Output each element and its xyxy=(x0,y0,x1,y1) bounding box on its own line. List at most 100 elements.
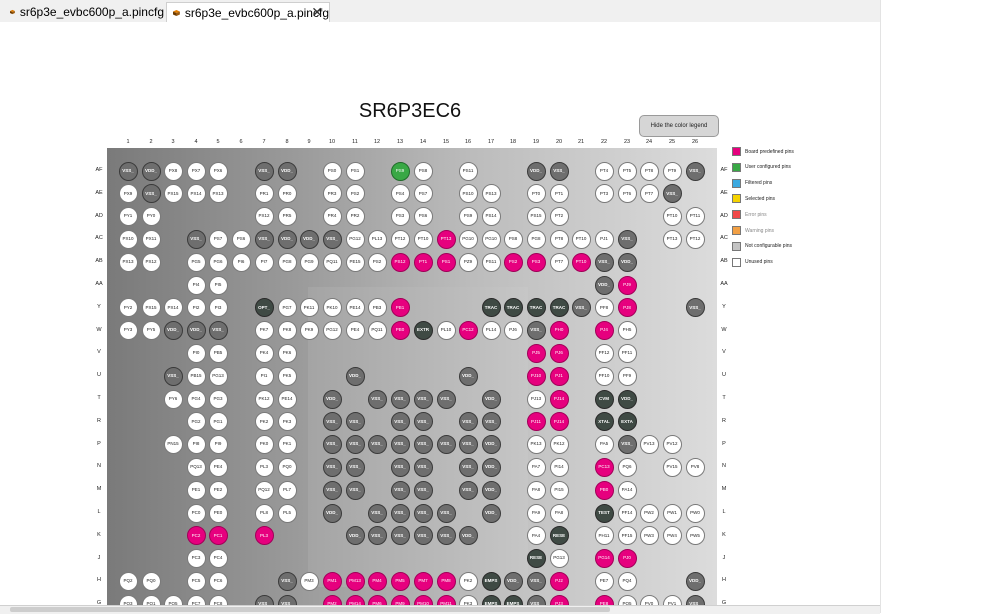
pin-w13[interactable]: PB0 xyxy=(390,321,410,341)
pin-ad16[interactable]: PS9 xyxy=(458,207,478,227)
pin-k5[interactable]: PC1 xyxy=(208,526,228,546)
pin-ad13[interactable]: PS3 xyxy=(390,207,410,227)
pin-af25[interactable]: PT9 xyxy=(662,161,682,181)
pin-ac21[interactable]: PT10 xyxy=(571,229,591,249)
pin-ab6[interactable]: PI6 xyxy=(231,252,251,272)
pin-r5[interactable]: PG1 xyxy=(208,412,228,432)
pin-w12[interactable]: PQ11 xyxy=(367,321,387,341)
pin-w20[interactable]: PH0 xyxy=(549,321,569,341)
pin-k15[interactable]: VSS_ xyxy=(436,526,456,546)
pin-ab8[interactable]: PG8 xyxy=(277,252,297,272)
pin-w7[interactable]: PK7 xyxy=(254,321,274,341)
pin-ab19[interactable]: PS3 xyxy=(526,252,546,272)
pin-ac4[interactable]: VSS_ xyxy=(186,229,206,249)
pin-h9[interactable]: PM3 xyxy=(299,571,319,591)
pin-r14[interactable]: VSS_ xyxy=(413,412,433,432)
pin-t5[interactable]: PG3 xyxy=(208,389,228,409)
pin-aa23[interactable]: PJ9 xyxy=(617,275,637,295)
pin-h18[interactable]: VDD_ xyxy=(503,571,523,591)
pin-w3[interactable]: VDD_ xyxy=(163,321,183,341)
pin-h2[interactable]: PQ0 xyxy=(141,571,161,591)
pin-r19[interactable]: PJ11 xyxy=(526,412,546,432)
pin-af20[interactable]: VSS_ xyxy=(549,161,569,181)
pin-ae20[interactable]: PT1 xyxy=(549,184,569,204)
pin-w1[interactable]: PY3 xyxy=(118,321,138,341)
pin-p13[interactable]: VSS_ xyxy=(390,435,410,455)
pin-t14[interactable]: VSS_ xyxy=(413,389,433,409)
pin-w16[interactable]: PC12 xyxy=(458,321,478,341)
pin-m4[interactable]: PE1 xyxy=(186,480,206,500)
pin-l19[interactable]: PA9 xyxy=(526,503,546,523)
pin-af23[interactable]: PT5 xyxy=(617,161,637,181)
pin-ab9[interactable]: PG9 xyxy=(299,252,319,272)
pin-ac20[interactable]: PT8 xyxy=(549,229,569,249)
pin-ab1[interactable]: PX13 xyxy=(118,252,138,272)
pin-w14[interactable]: EXTR xyxy=(413,321,433,341)
pin-n25[interactable]: PV15 xyxy=(662,457,682,477)
pin-p19[interactable]: PK13 xyxy=(526,435,546,455)
pin-ad17[interactable]: PS14 xyxy=(481,207,501,227)
pin-t23[interactable]: VDD_ xyxy=(617,389,637,409)
pin-n19[interactable]: PA7 xyxy=(526,457,546,477)
pin-l26[interactable]: PW0 xyxy=(685,503,705,523)
pin-af14[interactable]: PS8 xyxy=(413,161,433,181)
pin-v8[interactable]: PK6 xyxy=(277,343,297,363)
pin-k13[interactable]: VSS_ xyxy=(390,526,410,546)
pin-ae4[interactable]: PX14 xyxy=(186,184,206,204)
pin-ab4[interactable]: PG5 xyxy=(186,252,206,272)
pin-t15[interactable]: VSS_ xyxy=(436,389,456,409)
pin-r17[interactable]: VSS_ xyxy=(481,412,501,432)
pin-ae16[interactable]: PS10 xyxy=(458,184,478,204)
pin-r23[interactable]: EXTA xyxy=(617,412,637,432)
pin-v7[interactable]: PK4 xyxy=(254,343,274,363)
pin-p12[interactable]: VSS_ xyxy=(367,435,387,455)
pin-j4[interactable]: PC3 xyxy=(186,549,206,569)
pin-k11[interactable]: VDD_ xyxy=(345,526,365,546)
pin-t3[interactable]: PY6 xyxy=(163,389,183,409)
pin-w15[interactable]: PL10 xyxy=(436,321,456,341)
pin-k25[interactable]: PW4 xyxy=(662,526,682,546)
pin-t19[interactable]: PJ13 xyxy=(526,389,546,409)
pin-ac10[interactable]: VSS_ xyxy=(322,229,342,249)
pin-ac11[interactable]: PG12 xyxy=(345,229,365,249)
pin-p11[interactable]: VSS_ xyxy=(345,435,365,455)
pin-y2[interactable]: PX15 xyxy=(141,298,161,318)
pin-ac12[interactable]: PL13 xyxy=(367,229,387,249)
pin-af2[interactable]: VDD_ xyxy=(141,161,161,181)
pin-y3[interactable]: PX14 xyxy=(163,298,183,318)
pin-p20[interactable]: PK12 xyxy=(549,435,569,455)
pin-h23[interactable]: PQ4 xyxy=(617,571,637,591)
pin-ac2[interactable]: PX11 xyxy=(141,229,161,249)
pin-v19[interactable]: PJ5 xyxy=(526,343,546,363)
pin-v22[interactable]: PF12 xyxy=(594,343,614,363)
pin-p7[interactable]: PK0 xyxy=(254,435,274,455)
pin-ad14[interactable]: PS6 xyxy=(413,207,433,227)
pin-w8[interactable]: PK8 xyxy=(277,321,297,341)
pin-u7[interactable]: PI1 xyxy=(254,366,274,386)
pin-w18[interactable]: PJ6 xyxy=(503,321,523,341)
pin-ad11[interactable]: PR2 xyxy=(345,207,365,227)
pin-ae10[interactable]: PR3 xyxy=(322,184,342,204)
pin-n8[interactable]: PQ0 xyxy=(277,457,297,477)
pin-af19[interactable]: VDD_ xyxy=(526,161,546,181)
pin-ac22[interactable]: PJ1 xyxy=(594,229,614,249)
pin-ac19[interactable]: PG8 xyxy=(526,229,546,249)
pin-k4[interactable]: PC2 xyxy=(186,526,206,546)
pin-k16[interactable]: VDD_ xyxy=(458,526,478,546)
pin-y1[interactable]: PY2 xyxy=(118,298,138,318)
pin-y7[interactable]: OPT_ xyxy=(254,298,274,318)
pin-h26[interactable]: VDD_ xyxy=(685,571,705,591)
pin-h10[interactable]: PM1 xyxy=(322,571,342,591)
pin-af7[interactable]: VSS_ xyxy=(254,161,274,181)
pin-r20[interactable]: PJ14 xyxy=(549,412,569,432)
pin-ae19[interactable]: PT0 xyxy=(526,184,546,204)
pin-ae7[interactable]: PR1 xyxy=(254,184,274,204)
pin-w5[interactable]: VSS_ xyxy=(208,321,228,341)
pin-t8[interactable]: PE14 xyxy=(277,389,297,409)
pin-l20[interactable]: PA8 xyxy=(549,503,569,523)
pin-ab16[interactable]: PZ9 xyxy=(458,252,478,272)
pin-ae11[interactable]: PS2 xyxy=(345,184,365,204)
pin-v4[interactable]: PI0 xyxy=(186,343,206,363)
pin-r7[interactable]: PK2 xyxy=(254,412,274,432)
pin-ac9[interactable]: VDD_ xyxy=(299,229,319,249)
